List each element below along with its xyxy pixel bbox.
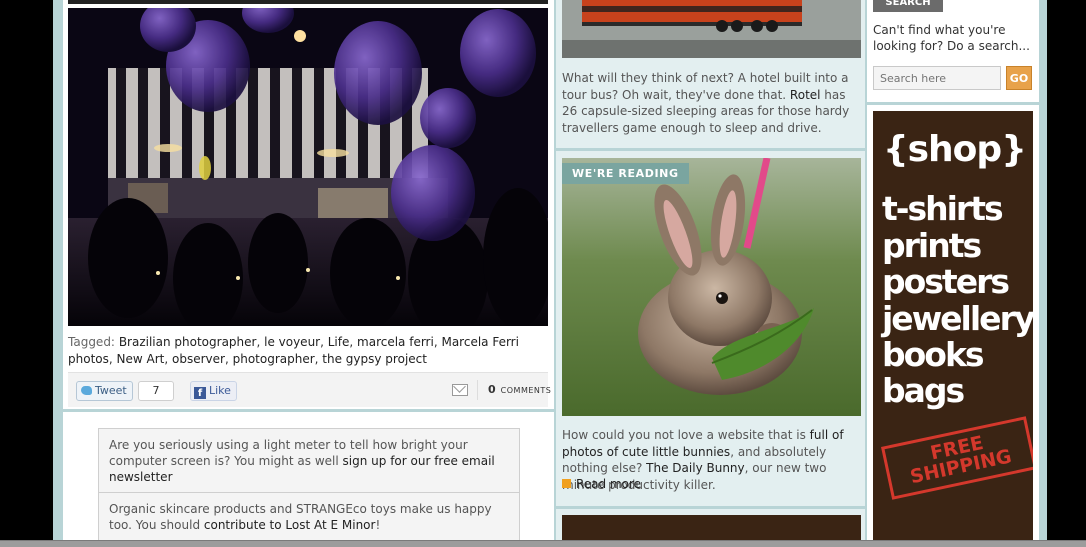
next-post-image[interactable] [562, 515, 861, 540]
read-more-label: Read more [576, 477, 642, 491]
facebook-icon: f [194, 387, 206, 399]
post-tags: Tagged: Brazilian photographer, le voyeu… [68, 335, 519, 366]
tweet-label: Tweet [95, 384, 127, 397]
tag-link[interactable]: le voyeur [264, 335, 320, 349]
shop-item: jewellery [882, 299, 1033, 338]
tag-link[interactable]: Brazilian photographer [119, 335, 257, 349]
search-heading: SEARCH [873, 0, 943, 12]
section-divider [556, 506, 867, 509]
facebook-like-button[interactable]: f Like [190, 381, 237, 401]
section-divider [867, 102, 1039, 105]
comments-label: comments [500, 386, 552, 395]
tour-bus-graphic [562, 0, 861, 58]
shop-item: bags [882, 371, 965, 410]
shop-banner[interactable]: {shop} t-shirts prints posters jewellery… [873, 111, 1033, 540]
tag-link[interactable]: New Art [117, 352, 165, 366]
search-input[interactable] [873, 66, 1001, 90]
tag-link[interactable]: Life [328, 335, 350, 349]
shop-item: t-shirts [882, 189, 1004, 228]
free-shipping-stamp: FREE SHIPPING [881, 416, 1033, 500]
bunny-photo[interactable] [562, 158, 861, 416]
search-go-button[interactable]: GO [1006, 66, 1032, 90]
middle-column: What will they think of next? A hotel bu… [554, 0, 867, 540]
restaurant-photo-graphic [68, 8, 548, 326]
comments-link[interactable]: 0 comments [488, 383, 551, 396]
rotel-link[interactable]: Rotel [790, 88, 821, 102]
post-text: How could you not love a website that is [562, 428, 810, 442]
left-column: Tagged: Brazilian photographer, le voyeu… [63, 0, 606, 542]
contribute-link[interactable]: contribute to Lost At E Minor [204, 518, 376, 532]
tags-label: Tagged: [68, 335, 115, 349]
right-sidebar: SEARCH Can't find what you're looking fo… [865, 0, 1039, 540]
read-more-link[interactable]: Read more [562, 477, 641, 491]
section-divider [556, 148, 867, 151]
tag-link[interactable]: photographer [233, 352, 315, 366]
newsletter-note: Are you seriously using a light meter to… [98, 428, 520, 494]
window-bottom-edge [0, 540, 1086, 547]
like-label: Like [209, 384, 231, 397]
shop-item: books [882, 335, 985, 374]
tweet-count: 7 [138, 381, 174, 401]
were-reading-badge: WE'RE READING [562, 163, 689, 184]
comments-count: 0 [488, 383, 496, 396]
share-bar: Tweet 7 f Like 0 comments [68, 372, 551, 407]
daily-bunny-link[interactable]: The Daily Bunny [646, 461, 744, 475]
tag-link[interactable]: marcela ferri [357, 335, 434, 349]
shop-title: {shop} [883, 129, 1027, 170]
contribute-note: Organic skincare products and STRANGEco … [98, 492, 520, 542]
page: Tagged: Brazilian photographer, le voyeu… [53, 0, 1047, 542]
twitter-bird-icon [81, 386, 92, 395]
note-text-end: ! [375, 518, 381, 532]
arrow-icon [562, 479, 571, 488]
bunny-graphic [562, 158, 861, 416]
tag-link[interactable]: the gypsy project [322, 352, 427, 366]
shop-item: posters [882, 262, 1010, 301]
rotel-post-text: What will they think of next? A hotel bu… [562, 70, 862, 136]
tour-bus-photo[interactable] [562, 0, 861, 58]
top-divider [68, 0, 548, 4]
shop-item: prints [882, 226, 982, 265]
search-help-text: Can't find what you're looking for? Do a… [873, 23, 1030, 53]
post-photo[interactable] [68, 8, 548, 326]
tag-link[interactable]: observer [172, 352, 225, 366]
email-icon[interactable] [452, 384, 468, 396]
divider [477, 380, 478, 400]
section-divider [63, 409, 606, 412]
tweet-button[interactable]: Tweet [76, 381, 133, 401]
